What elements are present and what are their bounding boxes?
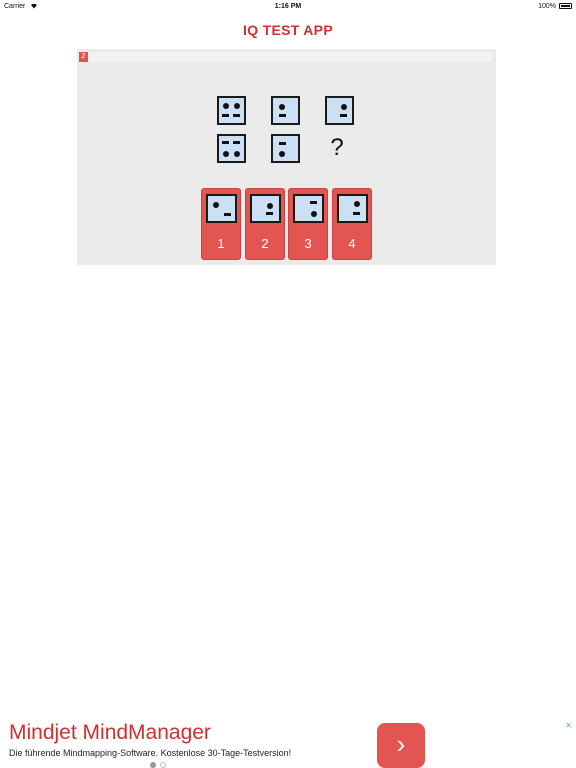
battery-percent: 100% [538, 3, 556, 10]
answer-label: 2 [261, 236, 269, 251]
ad-title[interactable]: Mindjet MindManager [9, 721, 211, 745]
question-number-badge: 2 [79, 52, 88, 62]
ad-banner[interactable]: Mindjet MindManager Die führende Mindmap… [0, 718, 576, 768]
pattern-tile [217, 96, 246, 125]
page-dot [160, 762, 166, 768]
answer-label: 1 [217, 236, 225, 251]
page-indicator [0, 762, 576, 768]
page-dot-active [150, 762, 156, 768]
answer-option-1[interactable]: 1 [201, 188, 241, 260]
answer-tile [337, 194, 368, 223]
answer-label: 3 [304, 236, 312, 251]
answer-option-4[interactable]: 4 [332, 188, 372, 260]
answer-option-3[interactable]: 3 [288, 188, 328, 260]
progress-bar [79, 52, 492, 62]
missing-tile-question-mark: ? [330, 134, 344, 161]
app-title: IQ TEST APP [243, 22, 333, 38]
answer-label: 4 [348, 236, 356, 251]
answer-tile [293, 194, 324, 223]
pattern-tile [271, 96, 300, 125]
answer-tile [250, 194, 281, 223]
ad-subtitle[interactable]: Die führende Mindmapping-Software. Koste… [9, 748, 291, 758]
pattern-tile [325, 96, 354, 125]
answer-tile [206, 194, 237, 223]
ad-close-icon[interactable]: ✕ [565, 721, 572, 730]
pattern-tile [217, 134, 246, 163]
answer-option-2[interactable]: 2 [245, 188, 285, 260]
puzzle-panel: 2 ? 1 2 3 4 [77, 49, 496, 265]
battery-icon [559, 3, 572, 9]
status-time: 1:16 PM [274, 3, 302, 10]
status-bar: Carrier 1:16 PM 100% [0, 0, 576, 14]
pattern-tile [271, 134, 300, 163]
